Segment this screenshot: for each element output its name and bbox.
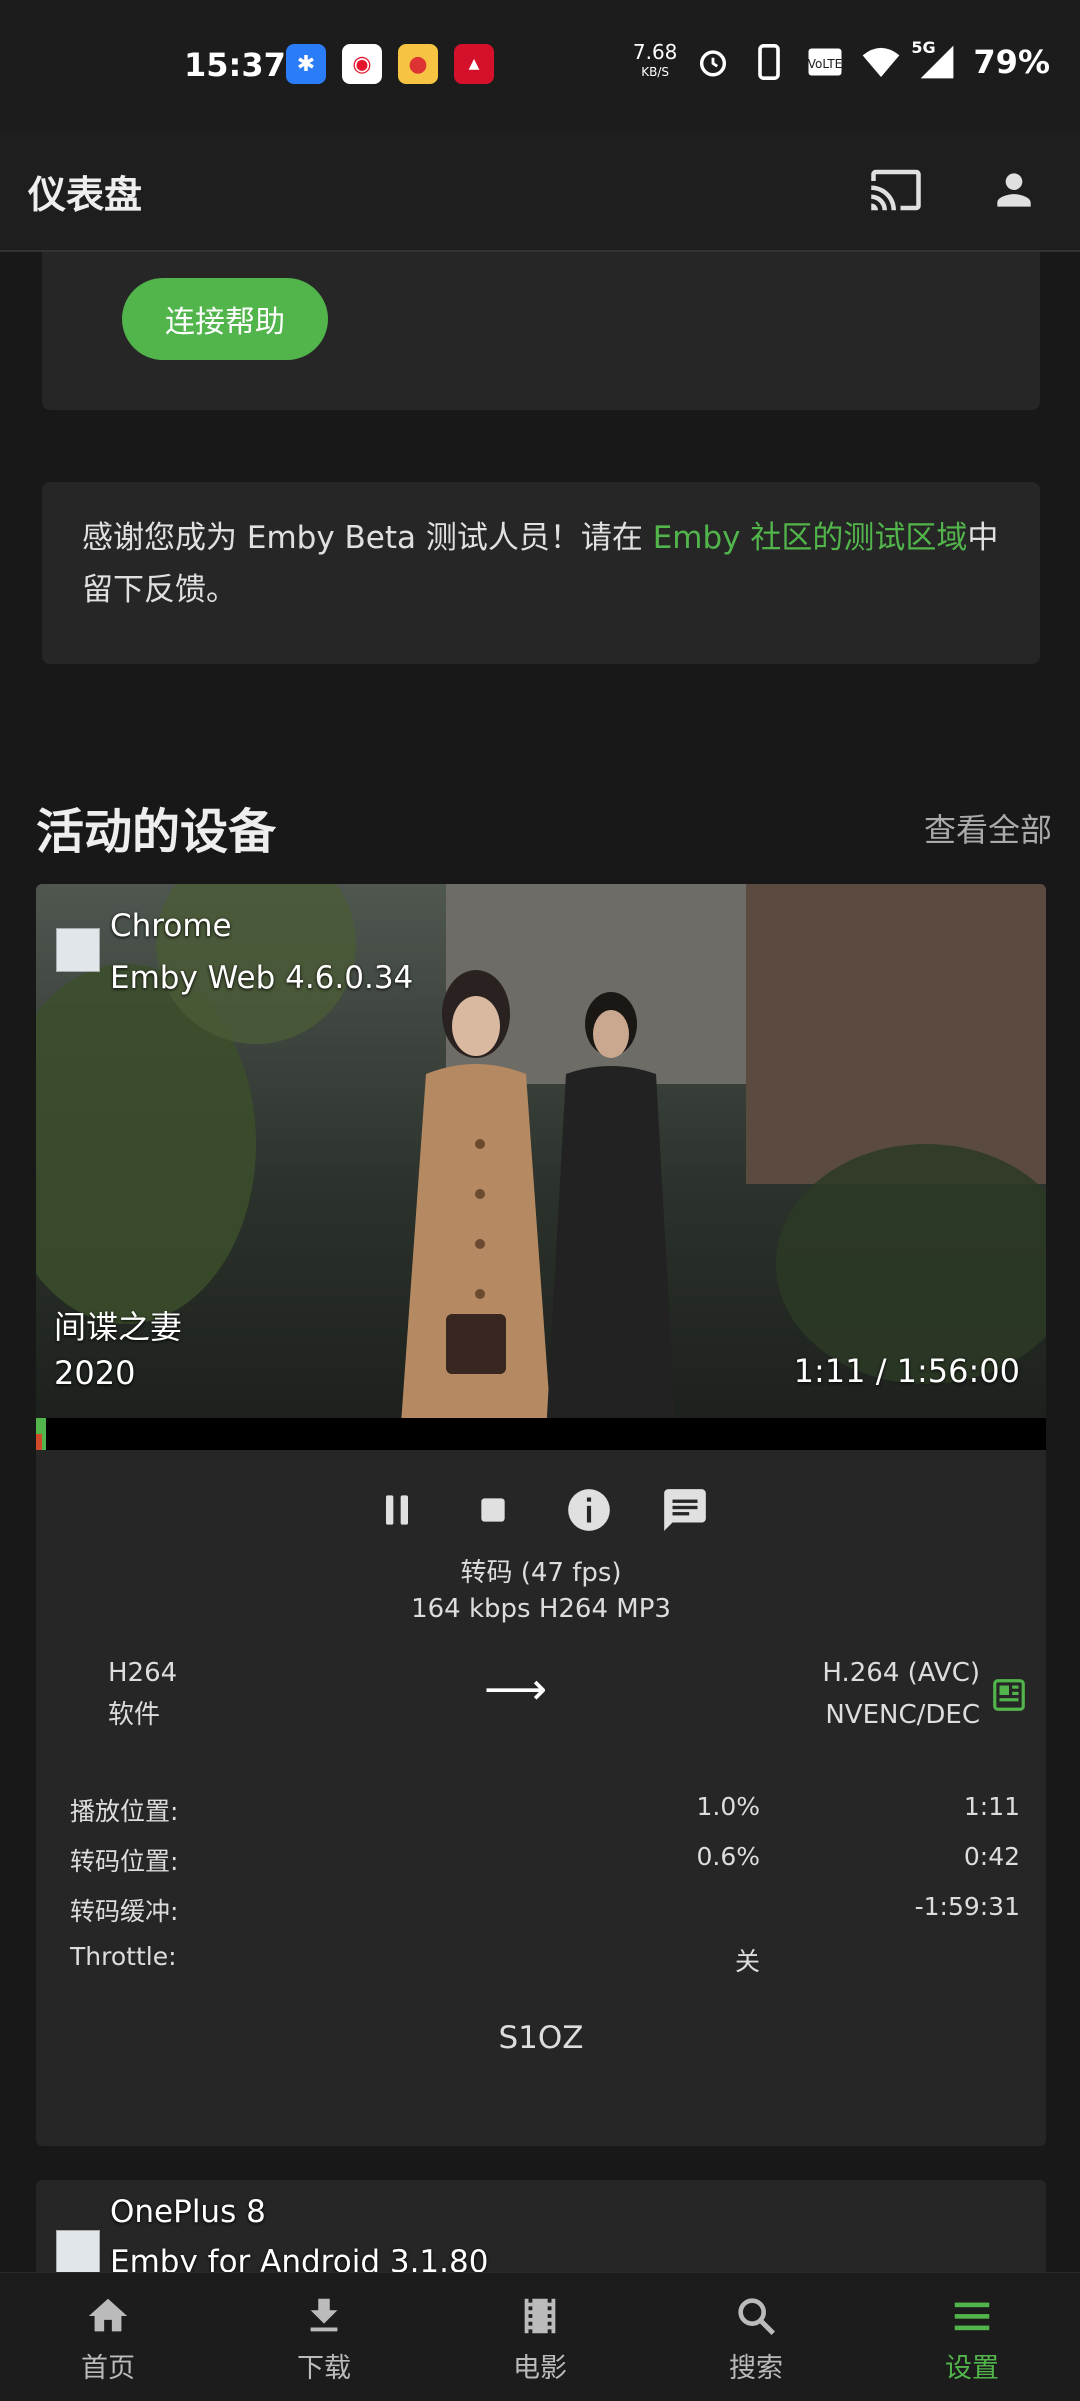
source-codec: H264 软件 bbox=[108, 1652, 177, 1736]
stat-row-throttle: Throttle: 关 bbox=[70, 1942, 1020, 1992]
nav-home-label: 首页 bbox=[81, 2352, 135, 2384]
dashboard-content: 连接帮助 感谢您成为 Emby Beta 测试人员！请在 Emby 社区的测试区… bbox=[0, 252, 1080, 2272]
stream-info: 164 kbps H264 MP3 bbox=[411, 1594, 671, 1624]
nav-movies-label: 电影 bbox=[513, 2352, 567, 2384]
now-playing-title[interactable]: 间谍之妻 bbox=[54, 1302, 182, 1348]
film-icon bbox=[514, 2290, 566, 2342]
pig-app-icon: ● bbox=[398, 44, 438, 84]
stat-row-playback-position: 播放位置: 1.0% 1:11 bbox=[70, 1792, 1020, 1842]
stat-label: Throttle: bbox=[70, 1942, 177, 1971]
connection-help-button[interactable]: 连接帮助 bbox=[122, 278, 328, 360]
page-title: 仪表盘 bbox=[28, 173, 143, 217]
net-speed-value: 7.68 bbox=[632, 40, 678, 64]
beta-notice-card: 感谢您成为 Emby Beta 测试人员！请在 Emby 社区的测试区域中留下反… bbox=[42, 482, 1040, 664]
target-codec: H.264 (AVC) NVENC/DEC bbox=[822, 1652, 980, 1736]
nav-search[interactable]: 搜索 bbox=[648, 2273, 864, 2401]
device-name: OnePlus 8 bbox=[110, 2194, 266, 2230]
signal-icon: 5G bbox=[911, 38, 957, 82]
playback-controls bbox=[36, 1484, 1046, 1536]
alarm-icon bbox=[693, 42, 733, 82]
playback-progress-bar bbox=[36, 1418, 1046, 1450]
user-button[interactable] bbox=[982, 158, 1046, 222]
target-codec-name: H.264 (AVC) bbox=[822, 1658, 980, 1688]
device-card-chrome: Chrome Emby Web 4.6.0.34 间谍之妻 2020 1:11 … bbox=[36, 884, 1046, 2146]
cast-button[interactable] bbox=[864, 158, 928, 222]
info-icon bbox=[568, 1489, 610, 1531]
nav-settings-label: 设置 bbox=[945, 2352, 999, 2384]
volte-icon: VoLTE bbox=[805, 42, 845, 82]
stat-row-transcode-buffer: 转码缓冲: -1:59:31 bbox=[70, 1892, 1020, 1942]
beta-notice-prefix: 感谢您成为 Emby Beta 测试人员！请在 bbox=[82, 520, 653, 556]
info-button[interactable] bbox=[563, 1484, 615, 1536]
bottom-navigation: 首页 下载 电影 搜索 设置 bbox=[0, 2272, 1080, 2401]
nav-search-label: 搜索 bbox=[729, 2352, 783, 2384]
device-card-oneplus[interactable]: OnePlus 8 Emby for Android 3.1.80 bbox=[36, 2180, 1046, 2272]
hardware-acceleration-icon bbox=[990, 1676, 1028, 1718]
stat-percent: 关 bbox=[734, 1947, 760, 1976]
nav-home[interactable]: 首页 bbox=[0, 2273, 216, 2401]
volte-text: VoLTE bbox=[808, 57, 843, 71]
arrow-right-icon: ⟶ bbox=[484, 1664, 548, 1715]
nav-settings[interactable]: 设置 bbox=[864, 2273, 1080, 2401]
app-bar: 仪表盘 bbox=[0, 130, 1080, 252]
home-icon bbox=[82, 2290, 134, 2342]
phone-icon bbox=[749, 42, 789, 82]
backdrop-building bbox=[746, 884, 1046, 1184]
send-message-button[interactable] bbox=[659, 1484, 711, 1536]
stat-label: 转码位置: bbox=[70, 1847, 179, 1876]
help-card: 连接帮助 bbox=[42, 252, 1040, 410]
stop-button[interactable] bbox=[467, 1484, 519, 1536]
now-playing-year: 2020 bbox=[54, 1354, 136, 1392]
tmall-icon: ▲ bbox=[454, 44, 494, 84]
stat-value: 1:11 bbox=[963, 1792, 1020, 1821]
device-image bbox=[56, 2230, 100, 2272]
stat-value: 0:42 bbox=[963, 1842, 1020, 1871]
pause-button[interactable] bbox=[371, 1484, 423, 1536]
user-icon bbox=[997, 173, 1031, 207]
device-image bbox=[56, 928, 100, 972]
net-speed: 7.68 KB/S bbox=[633, 42, 678, 82]
session-id: S1OZ bbox=[498, 2020, 584, 2056]
stat-row-transcode-position: 转码位置: 0.6% 0:42 bbox=[70, 1842, 1020, 1892]
stat-label: 播放位置: bbox=[70, 1797, 179, 1826]
nav-movies[interactable]: 电影 bbox=[432, 2273, 648, 2401]
battery-level: 79% bbox=[973, 43, 1050, 81]
cast-icon bbox=[871, 169, 921, 211]
stat-label: 转码缓冲: bbox=[70, 1897, 179, 1926]
weibo-icon: ◉ bbox=[342, 44, 382, 84]
status-bar: 15:37 ✱ ◉ ● ▲ 7.68 KB/S VoLTE 5G 79% bbox=[0, 0, 1080, 130]
stat-value: -1:59:31 bbox=[914, 1892, 1020, 1921]
dingtalk-icon: ✱ bbox=[286, 44, 326, 84]
nav-downloads-label: 下载 bbox=[297, 2352, 351, 2384]
device-app: Emby for Android 3.1.80 bbox=[110, 2244, 489, 2272]
menu-icon bbox=[946, 2290, 998, 2342]
device-name: Chrome bbox=[110, 908, 232, 944]
notification-icons: ✱ ◉ ● ▲ bbox=[286, 44, 494, 84]
beta-notice-text: 感谢您成为 Emby Beta 测试人员！请在 Emby 社区的测试区域中留下反… bbox=[42, 482, 1040, 646]
stop-icon bbox=[481, 1498, 505, 1522]
target-codec-mode: NVENC/DEC bbox=[825, 1700, 980, 1730]
status-time: 15:37 bbox=[184, 46, 286, 84]
beta-forum-link[interactable]: Emby 社区的测试区域 bbox=[653, 520, 968, 556]
transcode-info: 转码 (47 fps) bbox=[460, 1558, 622, 1588]
device-app: Emby Web 4.6.0.34 bbox=[110, 960, 414, 996]
nav-downloads[interactable]: 下载 bbox=[216, 2273, 432, 2401]
net-speed-unit: KB/S bbox=[641, 65, 670, 79]
network-type: 5G bbox=[911, 38, 936, 57]
source-codec-mode: 软件 bbox=[108, 1700, 161, 1730]
transcode-progress bbox=[36, 1434, 43, 1450]
playback-time: 1:11 / 1:56:00 bbox=[793, 1352, 1020, 1390]
active-devices-title: 活动的设备 bbox=[36, 804, 277, 860]
stat-percent: 0.6% bbox=[696, 1842, 760, 1871]
wifi-icon bbox=[861, 42, 901, 82]
stat-percent: 1.0% bbox=[696, 1792, 760, 1821]
see-all-link[interactable]: 查看全部 bbox=[924, 805, 1052, 851]
now-playing-backdrop[interactable]: Chrome Emby Web 4.6.0.34 间谍之妻 2020 1:11 … bbox=[36, 884, 1046, 1450]
backdrop-man-figure bbox=[546, 992, 676, 1434]
message-icon bbox=[664, 1489, 706, 1531]
download-icon bbox=[298, 2290, 350, 2342]
search-icon bbox=[730, 2290, 782, 2342]
source-codec-name: H264 bbox=[108, 1658, 178, 1688]
pause-icon bbox=[386, 1495, 408, 1525]
